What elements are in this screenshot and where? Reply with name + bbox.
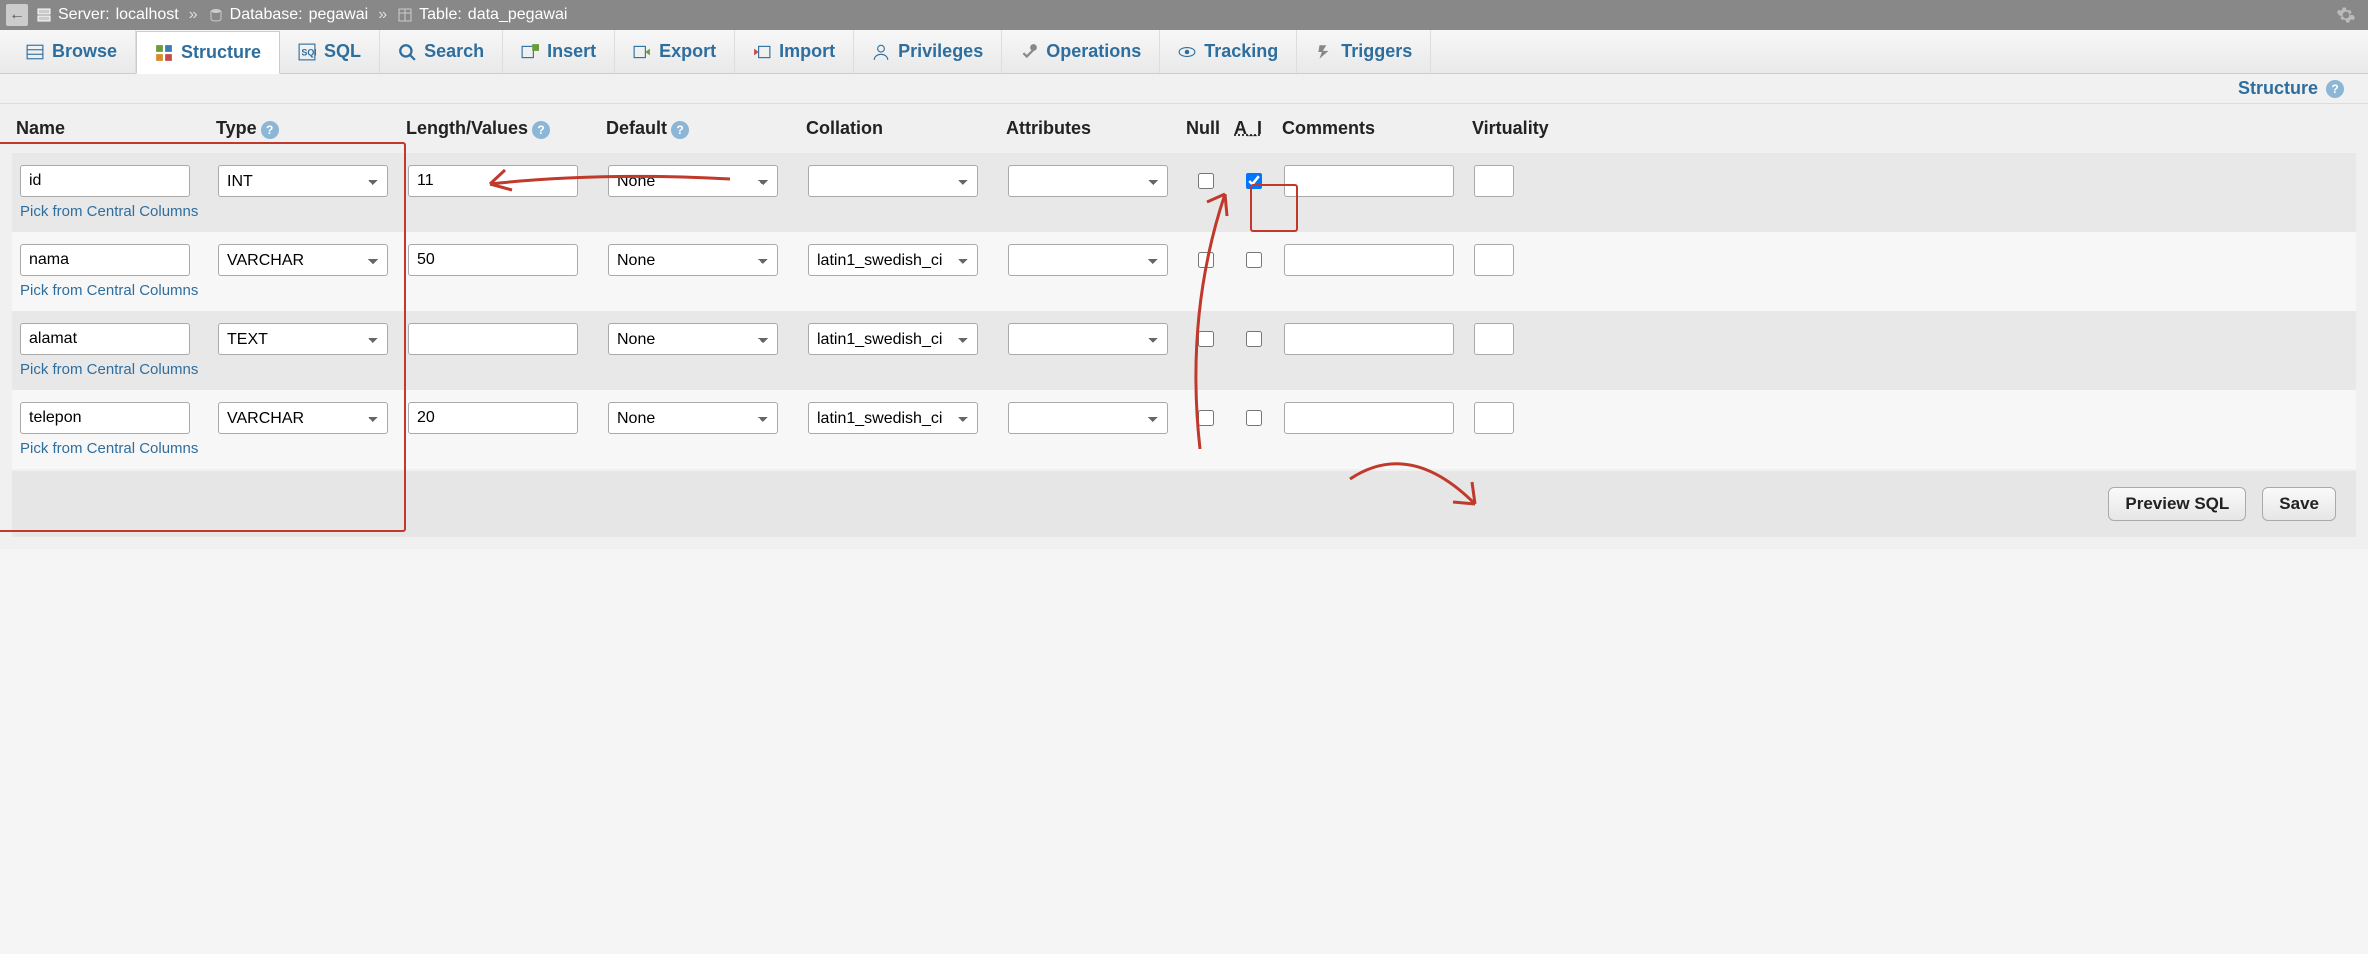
back-button[interactable]: ← (6, 4, 28, 26)
column-comments-input[interactable] (1284, 165, 1454, 197)
pick-central-columns-link[interactable]: Pick from Central Columns (20, 282, 204, 299)
header-null: Null (1182, 104, 1230, 153)
column-comments-input[interactable] (1284, 323, 1454, 355)
column-virtuality-input[interactable] (1474, 165, 1514, 197)
column-type-select[interactable]: INT (218, 165, 388, 197)
table-icon (397, 7, 413, 23)
column-collation-select[interactable]: latin1_swedish_ci (808, 244, 978, 276)
column-name-input[interactable] (20, 402, 190, 434)
column-name-input[interactable] (20, 244, 190, 276)
column-length-input[interactable] (408, 402, 578, 434)
header-length: Length/Values? (402, 104, 602, 153)
column-attributes-select[interactable] (1008, 165, 1168, 197)
separator: » (189, 6, 198, 24)
column-null-checkbox[interactable] (1198, 173, 1214, 189)
breadcrumb-bar: ← Server: localhost » Database: pegawai … (0, 0, 2368, 30)
column-row: Pick from Central Columns VARCHAR None lati… (12, 390, 2356, 469)
database-icon (208, 7, 224, 23)
column-default-select[interactable]: None (608, 402, 778, 434)
preview-sql-button[interactable]: Preview SQL (2108, 487, 2246, 521)
tab-privileges[interactable]: Privileges (854, 30, 1002, 73)
column-attributes-select[interactable] (1008, 244, 1168, 276)
pick-central-columns-link[interactable]: Pick from Central Columns (20, 203, 204, 220)
column-virtuality-input[interactable] (1474, 402, 1514, 434)
tab-sql[interactable]: SQLSQL (280, 30, 380, 73)
column-ai-checkbox[interactable] (1246, 173, 1262, 189)
tab-structure[interactable]: Structure (136, 31, 280, 74)
column-collation-select[interactable] (808, 165, 978, 197)
column-row: Pick from Central Columns TEXT None latin1_… (12, 311, 2356, 390)
tab-browse[interactable]: Browse (8, 30, 136, 73)
header-name: Name (12, 104, 212, 153)
column-default-select[interactable]: None (608, 244, 778, 276)
svg-text:SQL: SQL (301, 47, 316, 57)
column-virtuality-input[interactable] (1474, 323, 1514, 355)
tab-tracking[interactable]: Tracking (1160, 30, 1297, 73)
table-link[interactable]: data_pegawai (468, 6, 568, 24)
settings-gear-icon[interactable] (2336, 5, 2356, 25)
column-default-select[interactable]: None (608, 323, 778, 355)
tab-search[interactable]: Search (380, 30, 503, 73)
help-icon[interactable]: ? (532, 121, 550, 139)
help-icon[interactable]: ? (671, 121, 689, 139)
sub-header-label: Structure (2238, 78, 2318, 99)
server-label: Server: (58, 6, 110, 24)
pick-central-columns-link[interactable]: Pick from Central Columns (20, 440, 204, 457)
column-row: Pick from Central Columns VARCHAR None lati… (12, 232, 2356, 311)
column-default-select[interactable]: None (608, 165, 778, 197)
columns-table: Name Type? Length/Values? Default? Colla… (12, 104, 2356, 469)
header-attributes: Attributes (1002, 104, 1182, 153)
header-type: Type? (212, 104, 402, 153)
database-label: Database: (230, 6, 303, 24)
column-length-input[interactable] (408, 323, 578, 355)
column-type-select[interactable]: VARCHAR (218, 244, 388, 276)
tab-bar: Browse Structure SQLSQL Search Insert Ex… (0, 30, 2368, 74)
column-comments-input[interactable] (1284, 402, 1454, 434)
save-button[interactable]: Save (2262, 487, 2336, 521)
header-collation: Collation (802, 104, 1002, 153)
column-null-checkbox[interactable] (1198, 410, 1214, 426)
tab-operations[interactable]: Operations (1002, 30, 1160, 73)
column-length-input[interactable] (408, 244, 578, 276)
pick-central-columns-link[interactable]: Pick from Central Columns (20, 361, 204, 378)
tab-triggers[interactable]: Triggers (1297, 30, 1431, 73)
sub-header: Structure ? (0, 74, 2368, 104)
header-default: Default? (602, 104, 802, 153)
column-collation-select[interactable]: latin1_swedish_ci (808, 323, 978, 355)
server-link[interactable]: localhost (116, 6, 179, 24)
header-ai: A_I (1230, 104, 1278, 153)
server-icon (36, 7, 52, 23)
column-null-checkbox[interactable] (1198, 331, 1214, 347)
column-name-input[interactable] (20, 165, 190, 197)
table-label: Table: (419, 6, 462, 24)
help-icon[interactable]: ? (261, 121, 279, 139)
column-attributes-select[interactable] (1008, 323, 1168, 355)
tab-import[interactable]: Import (735, 30, 854, 73)
header-comments: Comments (1278, 104, 1468, 153)
column-row: Pick from Central Columns INT None (12, 153, 2356, 232)
column-virtuality-input[interactable] (1474, 244, 1514, 276)
column-comments-input[interactable] (1284, 244, 1454, 276)
tab-insert[interactable]: Insert (503, 30, 615, 73)
tab-export[interactable]: Export (615, 30, 735, 73)
help-icon[interactable]: ? (2326, 80, 2344, 98)
column-type-select[interactable]: VARCHAR (218, 402, 388, 434)
column-null-checkbox[interactable] (1198, 252, 1214, 268)
column-name-input[interactable] (20, 323, 190, 355)
column-collation-select[interactable]: latin1_swedish_ci (808, 402, 978, 434)
column-attributes-select[interactable] (1008, 402, 1168, 434)
separator: » (378, 6, 387, 24)
footer-actions: Preview SQL Save (12, 471, 2356, 537)
structure-form: Name Type? Length/Values? Default? Colla… (0, 104, 2368, 549)
column-type-select[interactable]: TEXT (218, 323, 388, 355)
column-length-input[interactable] (408, 165, 578, 197)
column-ai-checkbox[interactable] (1246, 331, 1262, 347)
header-virtuality: Virtuality (1468, 104, 2356, 153)
column-ai-checkbox[interactable] (1246, 410, 1262, 426)
database-link[interactable]: pegawai (309, 6, 369, 24)
column-ai-checkbox[interactable] (1246, 252, 1262, 268)
